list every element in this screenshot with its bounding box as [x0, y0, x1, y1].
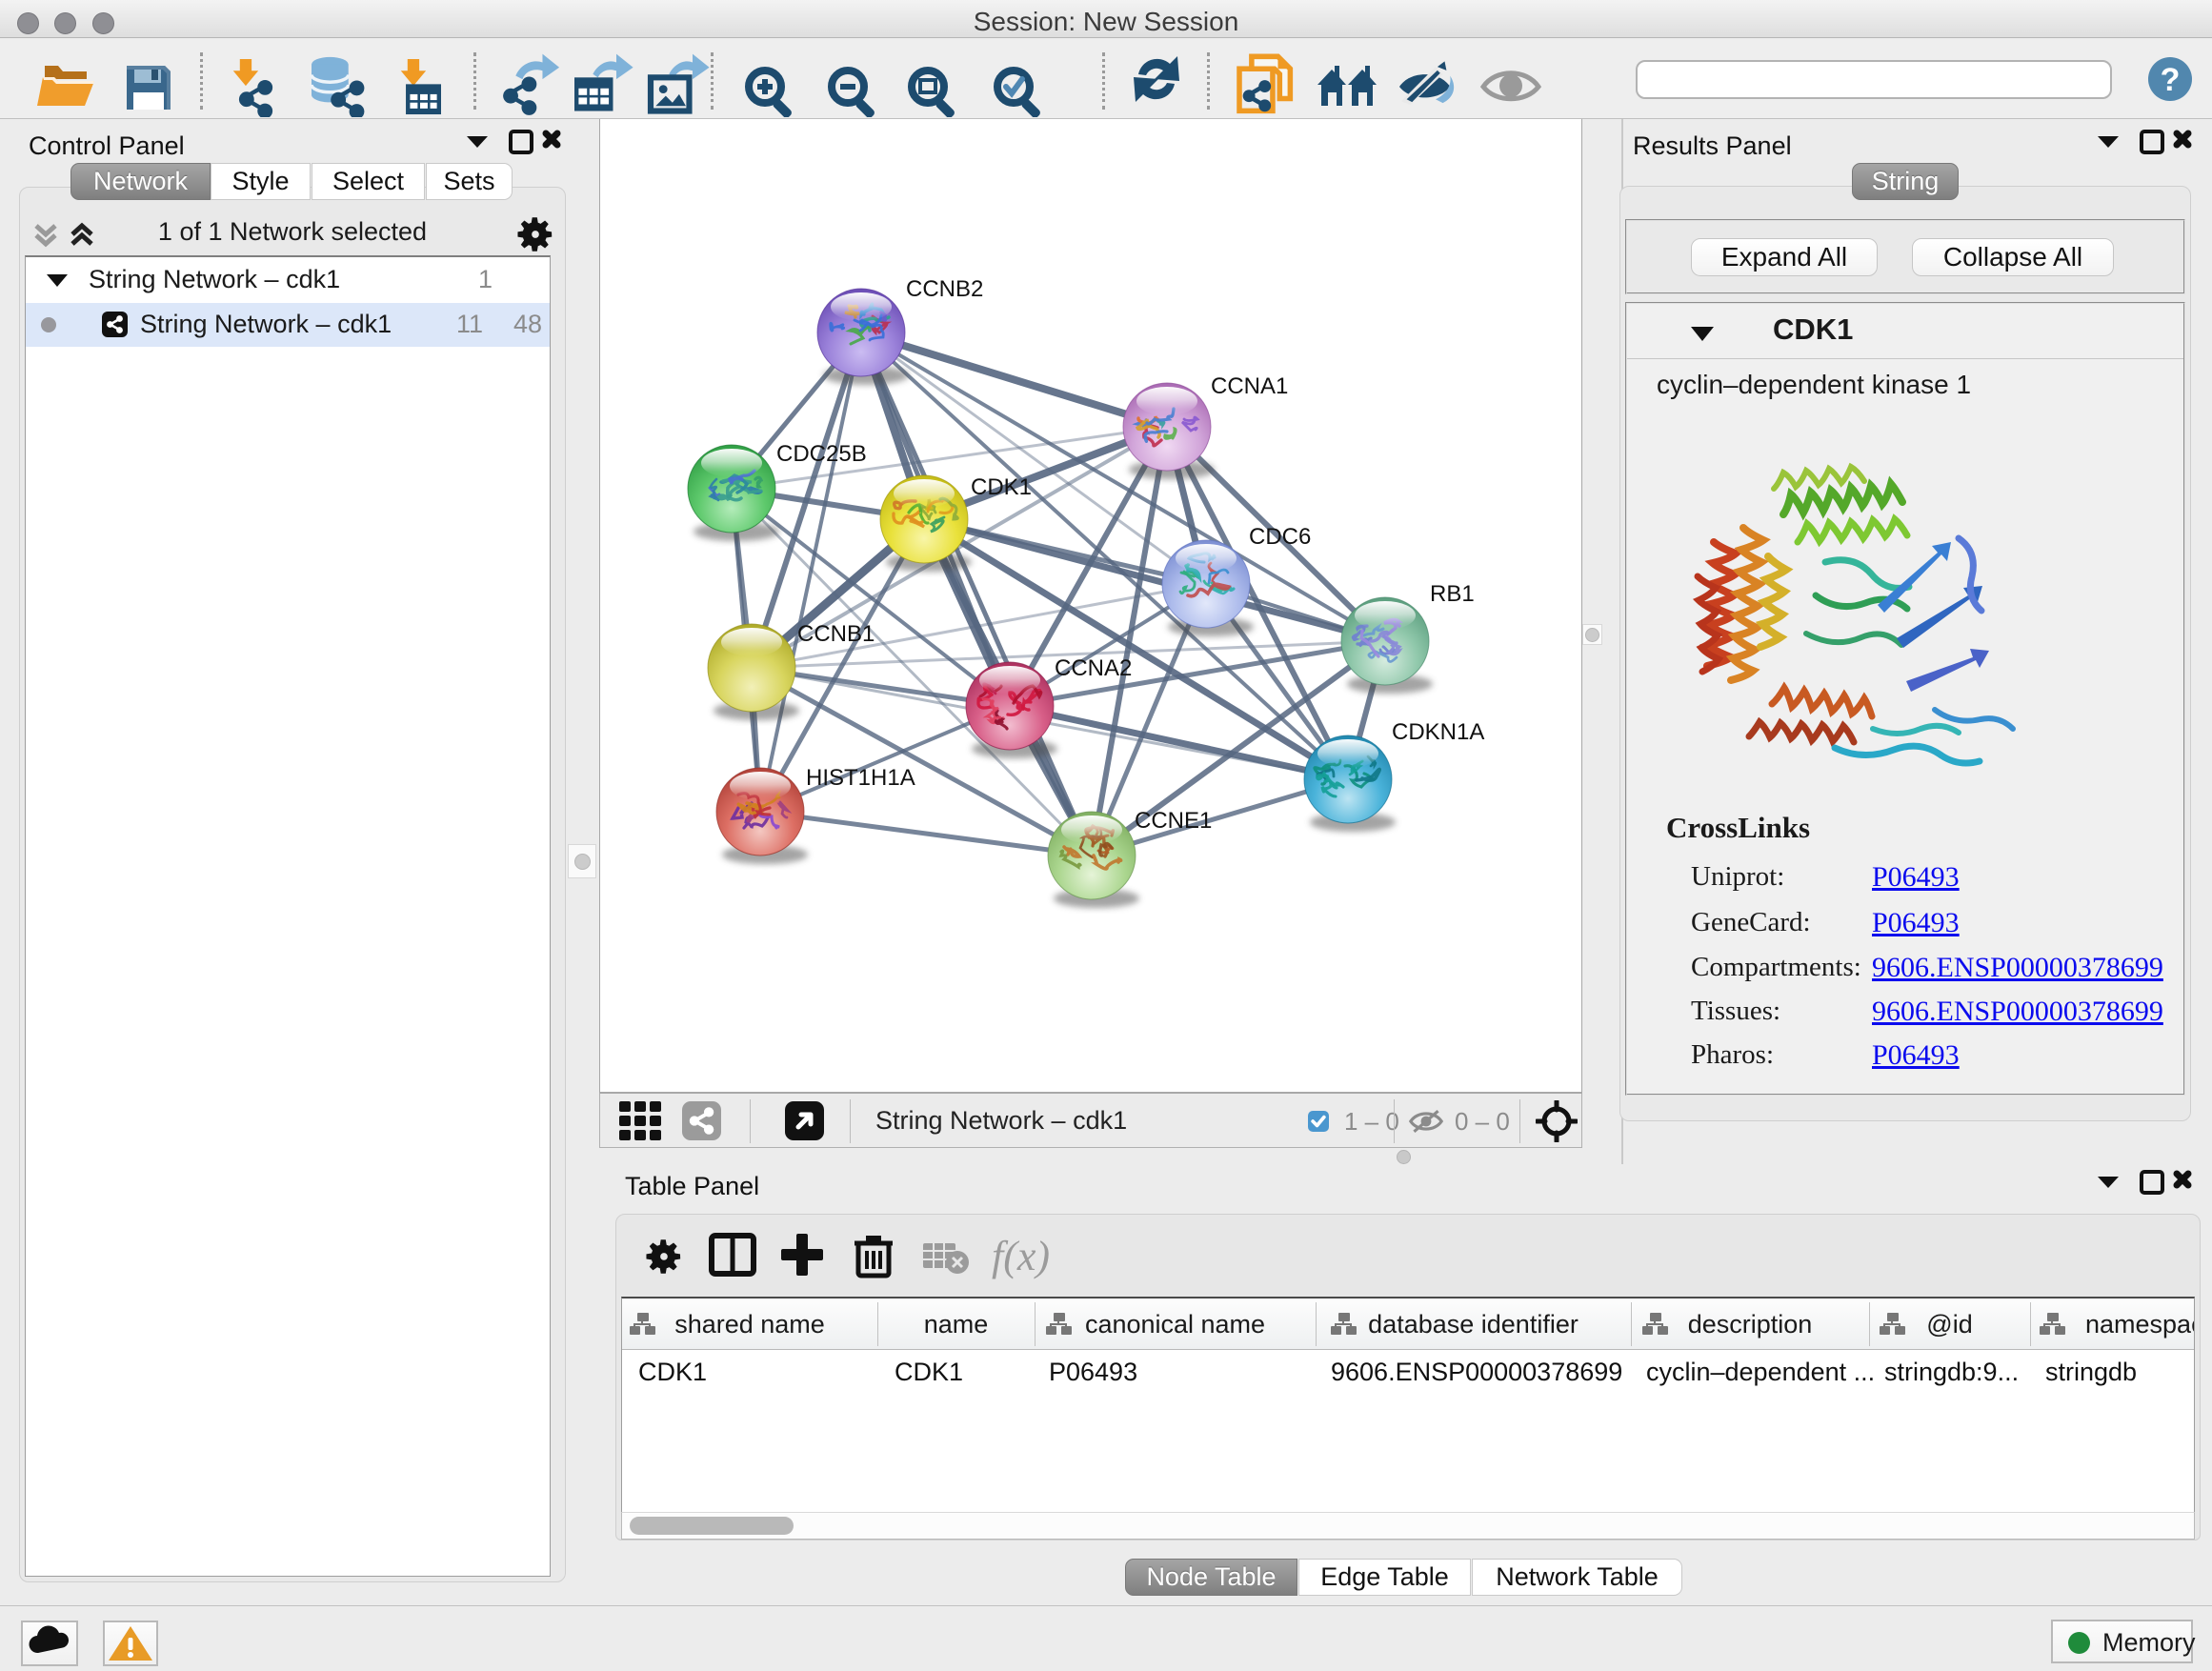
svg-text:HIST1H1A: HIST1H1A: [806, 765, 915, 791]
svg-text:RB1: RB1: [1430, 581, 1475, 607]
svg-text:CCNA1: CCNA1: [1211, 373, 1288, 399]
svg-text:?: ?: [2161, 62, 2181, 98]
svg-text:CDKN1A: CDKN1A: [1392, 719, 1484, 745]
svg-text:CCNB2: CCNB2: [906, 276, 983, 302]
svg-text:CCNE1: CCNE1: [1135, 808, 1212, 834]
svg-text:CCNA2: CCNA2: [1055, 655, 1132, 681]
svg-text:CDK1: CDK1: [971, 474, 1032, 500]
svg-text:CCNB1: CCNB1: [797, 621, 875, 647]
svg-text:CDC6: CDC6: [1249, 524, 1311, 550]
svg-text:f(x): f(x): [992, 1233, 1050, 1279]
svg-text:CDC25B: CDC25B: [776, 441, 867, 467]
